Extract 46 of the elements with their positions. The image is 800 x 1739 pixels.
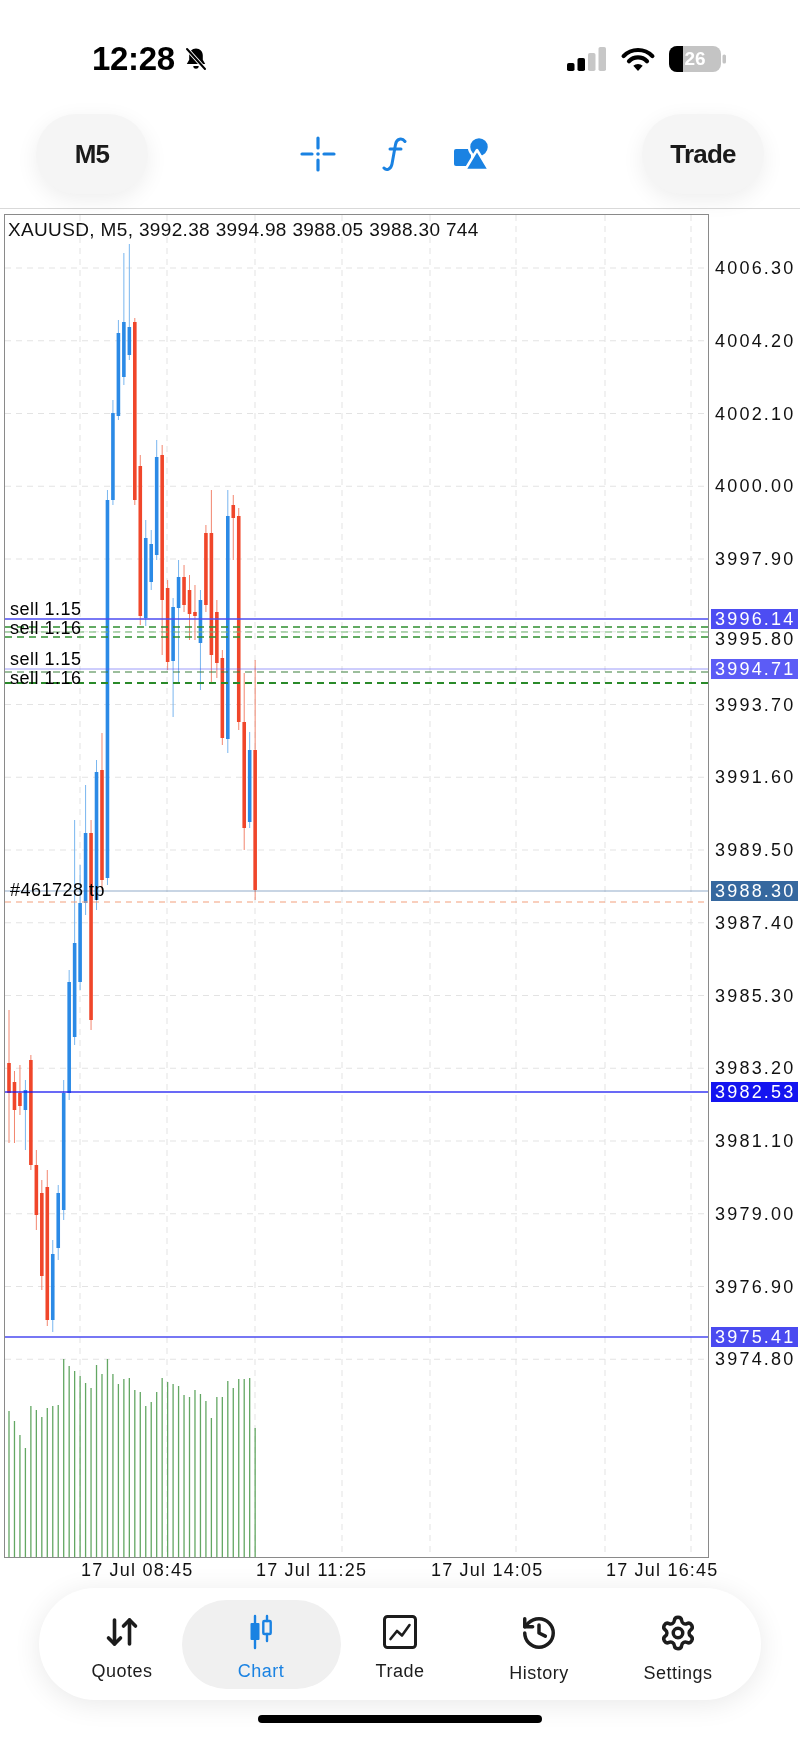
chart-header: XAUUSD, M5, 3992.38 3994.98 3988.05 3988.30 744: [8, 219, 479, 241]
battery-percentage: 26: [683, 48, 707, 70]
time-axis-label: 17 Jul 08:45: [81, 1560, 194, 1580]
price-axis-label: 3995.80: [715, 629, 796, 649]
price-axis-label: 3983.20: [715, 1058, 796, 1079]
price-axis-label: 3976.90: [715, 1276, 796, 1297]
price-axis-label: 3979.00: [715, 1203, 796, 1224]
trade-label: sell 1.16: [10, 669, 82, 688]
crosshair-icon: [300, 136, 336, 172]
trade-button[interactable]: Trade: [642, 114, 764, 194]
price-axis-label: 3974.80: [715, 1349, 796, 1370]
price-axis-label: 3993.70: [715, 694, 796, 715]
line-chart-icon: [382, 1613, 418, 1650]
price-axis-label: 4004.20: [715, 330, 796, 351]
price-tag: 3988.30: [711, 881, 798, 901]
time-axis-label: 17 Jul 14:05: [431, 1560, 544, 1580]
price-axis-label: 4002.10: [715, 403, 796, 424]
price-axis-label: 3981.10: [715, 1131, 796, 1151]
nav-tab[interactable]: Trade: [340, 1599, 460, 1689]
timeframe-button[interactable]: M5: [36, 114, 148, 194]
trade-label: sell 1.16: [10, 619, 82, 638]
price-axis-label: 4006.30: [715, 258, 796, 278]
time-axis-label: 17 Jul 11:25: [256, 1560, 368, 1580]
nav-tab[interactable]: Quotes: [62, 1599, 182, 1689]
price-axis-label: 3991.60: [715, 767, 796, 788]
trade-label: sell 1.15: [10, 600, 82, 619]
price-tag: 3975.41: [711, 1327, 798, 1347]
price-axis-label: 3987.40: [715, 912, 796, 933]
price-axis-label: 3997.90: [715, 549, 796, 569]
settings-icon: [659, 1613, 697, 1652]
nav-tab[interactable]: Settings: [618, 1599, 738, 1689]
price-tag: 3982.53: [711, 1082, 798, 1102]
shapes-icon: [453, 136, 491, 172]
trade-label: sell 1.15: [10, 650, 82, 669]
price-axis-label: 3989.50: [715, 840, 796, 860]
wifi-icon: [620, 46, 656, 72]
price-tag: 3996.14: [711, 609, 798, 629]
price-axis-label: 4000.00: [715, 476, 796, 497]
battery-icon: [669, 46, 726, 72]
signal-icon: [567, 47, 607, 71]
price-tag: 3994.71: [711, 659, 798, 679]
script-f-icon: [382, 136, 408, 172]
price-axis-label: 3985.30: [715, 985, 796, 1006]
status-time: 12:28: [92, 40, 175, 78]
nav-tab[interactable]: History: [479, 1599, 599, 1689]
time-axis-label: 17 Jul 16:45: [606, 1560, 719, 1580]
